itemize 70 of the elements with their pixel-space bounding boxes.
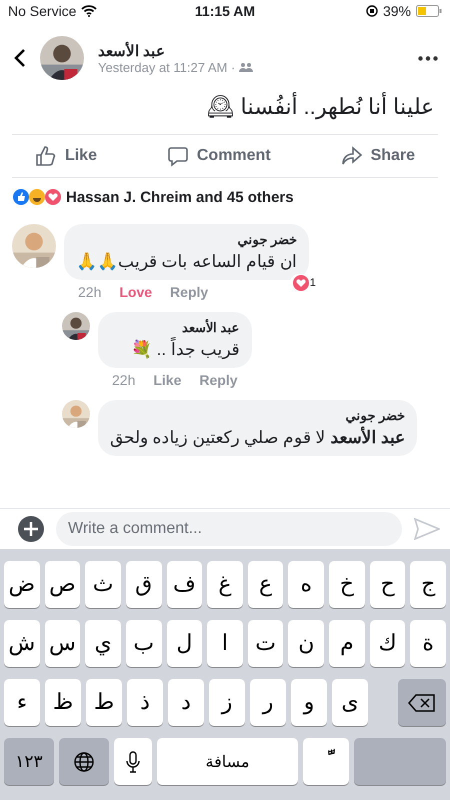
comment-time: 22h (78, 284, 102, 300)
carrier-label: No Service (8, 3, 76, 19)
letter-key[interactable]: ذ (127, 679, 163, 726)
comment-text: عبد الأسعد لا قوم صلي ركعتين زياده ولحق (110, 427, 406, 448)
letter-key[interactable]: م (329, 620, 365, 667)
letter-key[interactable]: ش (4, 620, 40, 667)
share-arrow-icon (340, 145, 363, 167)
letter-key[interactable]: غ (207, 561, 243, 608)
letter-key[interactable]: ه (288, 561, 324, 608)
comment-text: ان قيام الساعه بات قريب🙏🙏 (76, 251, 297, 272)
commenter-name[interactable]: عبد الأسعد (110, 320, 240, 335)
letter-key[interactable]: ظ (45, 679, 81, 726)
space-key[interactable]: مسافة (157, 738, 298, 785)
battery-percent: 39% (382, 3, 411, 19)
backspace-key[interactable] (398, 679, 446, 726)
letter-key[interactable]: ر (250, 679, 286, 726)
letter-key[interactable]: ى (332, 679, 368, 726)
post-text: علينا أنا نُطهر.. أنفُسنا 🕰 (205, 91, 435, 122)
friends-icon (239, 62, 254, 72)
commenter-name[interactable]: خضر جوني (110, 408, 406, 423)
letter-key[interactable]: ب (126, 620, 162, 667)
letter-key[interactable]: ج (410, 561, 446, 608)
letter-key[interactable]: ن (288, 620, 324, 667)
letter-key[interactable]: ح (370, 561, 406, 608)
like-button[interactable]: Like (28, 144, 103, 168)
comment-button[interactable]: Comment (160, 144, 277, 168)
numbers-key[interactable]: ١٢٣ (4, 738, 54, 785)
comment-time: 22h (112, 372, 136, 388)
backspace-icon (408, 692, 436, 712)
author-name[interactable]: عبد الأسعد (98, 42, 254, 60)
thumbs-up-icon (34, 145, 57, 167)
letter-key[interactable]: ك (370, 620, 406, 667)
letter-key[interactable]: د (168, 679, 204, 726)
letter-key[interactable]: ف (166, 561, 202, 608)
post-timestamp: Yesterday at 11:27 AM · (98, 60, 236, 74)
letter-key[interactable]: ا (207, 620, 243, 667)
letter-key[interactable]: ة (410, 620, 446, 667)
letter-key[interactable]: ق (126, 561, 162, 608)
letter-key[interactable]: ي (85, 620, 121, 667)
comment-text: قريب جداً .. 💐 (110, 339, 240, 360)
commenter-name[interactable]: خضر جوني (76, 232, 297, 247)
letter-key[interactable]: ض (4, 561, 40, 608)
microphone-icon (125, 750, 141, 772)
letter-key[interactable]: ع (248, 561, 284, 608)
letter-key[interactable]: ص (44, 561, 80, 608)
reactions-summary[interactable]: Hassan J. Chreim and 45 others (66, 188, 294, 206)
reaction-icons-drawing (12, 188, 62, 206)
letter-key[interactable]: و (291, 679, 327, 726)
microphone-key[interactable] (114, 738, 152, 785)
letter-key[interactable]: خ (329, 561, 365, 608)
letter-key[interactable]: س (44, 620, 80, 667)
wifi-icon (81, 5, 98, 17)
back-icon[interactable] (14, 48, 26, 68)
letter-key[interactable]: ل (166, 620, 202, 667)
globe-key[interactable] (59, 738, 109, 785)
rotation-lock-icon (366, 5, 378, 17)
speech-bubble-icon (166, 145, 189, 167)
more-icon[interactable] (418, 56, 438, 60)
battery-icon (416, 5, 442, 17)
add-icon[interactable] (18, 516, 44, 542)
letter-key[interactable]: ث (85, 561, 121, 608)
share-button[interactable]: Share (334, 144, 422, 168)
globe-icon (73, 750, 95, 772)
letter-key[interactable]: ط (86, 679, 122, 726)
clock-time: 11:15 AM (194, 3, 256, 19)
comment-input[interactable]: Write a comment... (56, 512, 402, 546)
diacritic-key[interactable]: ًّ (303, 738, 349, 785)
letter-key[interactable]: ت (248, 620, 284, 667)
letter-key[interactable]: ز (209, 679, 245, 726)
letter-key[interactable]: ء (4, 679, 40, 726)
